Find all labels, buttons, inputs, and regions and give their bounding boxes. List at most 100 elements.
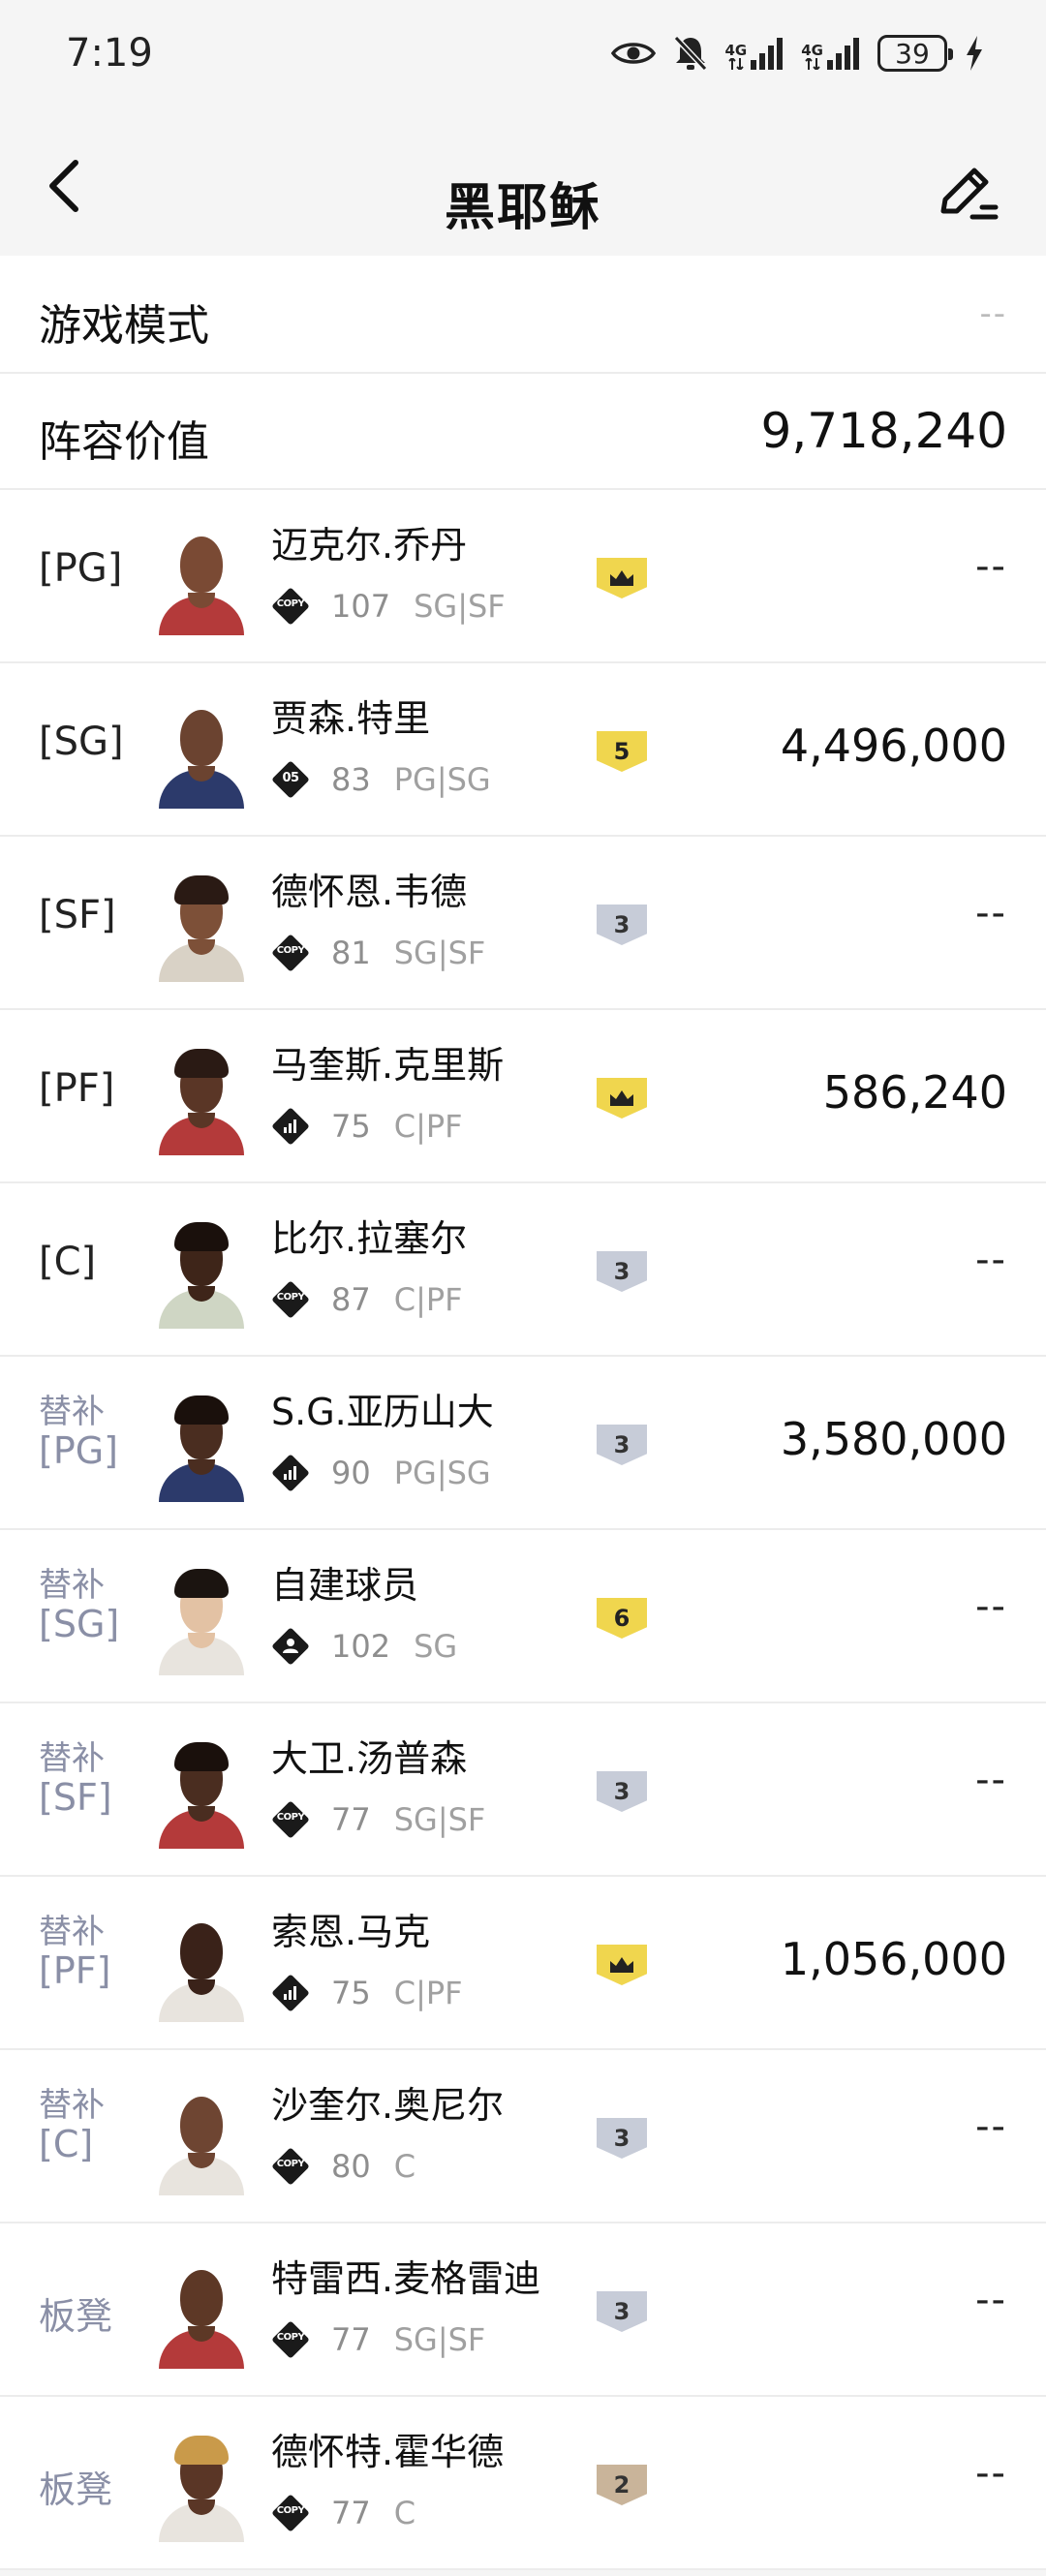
status-bar: 7:19 4G 4G 39 (0, 0, 1046, 108)
badge-level: 3 (613, 2298, 631, 2325)
sub-slot: 替补 [SG] (39, 1569, 119, 1642)
player-positions: PG|SG (393, 761, 491, 798)
player-row[interactable]: [SF] 德怀恩.韦德 COPY 81 SG|SF 3 -- (0, 837, 1046, 1010)
player-positions: C (393, 2495, 416, 2531)
slot-label: [PG] (39, 546, 123, 591)
crown-icon (610, 1090, 633, 1106)
player-name: 特雷西.麦格雷迪 (271, 2257, 541, 2300)
signal-icon (751, 38, 784, 70)
lineup-value-label: 阵容价值 (39, 417, 209, 467)
sub-tag: 替补 (39, 1566, 105, 1605)
avatar-head (180, 1923, 223, 1979)
tier-badge: 6 (597, 1598, 647, 1639)
player-value: 3,580,000 (780, 1413, 1007, 1465)
card-type-icon (271, 1627, 310, 1666)
player-positions: SG|SF (393, 935, 486, 971)
player-avatar[interactable] (153, 1916, 250, 2022)
player-value: 4,496,000 (780, 720, 1007, 772)
player-avatar[interactable] (153, 1395, 250, 1502)
player-avatar[interactable] (153, 702, 250, 809)
player-row[interactable]: 板凳 特雷西.麦格雷迪 COPY 77 SG|SF 3 -- (0, 2223, 1046, 2397)
slot-label: [SF] (39, 893, 116, 937)
game-mode-row[interactable]: 游戏模式 -- (0, 256, 1046, 374)
card-text: COPY (276, 945, 305, 956)
player-row[interactable]: [C] 比尔.拉塞尔 COPY 87 C|PF 3 -- (0, 1183, 1046, 1357)
player-avatar[interactable] (153, 2262, 250, 2369)
player-row[interactable]: [PF] 马奎斯.克里斯 75 C|PF 586,240 (0, 1010, 1046, 1183)
player-row[interactable]: [SG] 贾森.特里 05 83 PG|SG 5 4,496,000 (0, 663, 1046, 837)
player-row[interactable]: 替补 [PF] 索恩.马克 75 C|PF 1,056,000 (0, 1877, 1046, 2050)
signal-icon (827, 38, 859, 70)
card-text: COPY (276, 598, 305, 609)
tier-badge: 3 (597, 1771, 647, 1812)
player-avatar[interactable] (153, 2089, 250, 2195)
slot-label: [PG] (39, 1429, 119, 1472)
badge-level: 3 (613, 1258, 631, 1285)
card-type-icon (271, 1107, 310, 1146)
player-name: 德怀恩.韦德 (271, 871, 468, 913)
player-name: S.G.亚历山大 (271, 1391, 494, 1433)
player-row[interactable]: 替补 [SF] 大卫.汤普森 COPY 77 SG|SF 3 -- (0, 1703, 1046, 1877)
player-ovr: 102 (331, 1628, 391, 1665)
bell-off-icon (673, 35, 707, 72)
sub-tag: 替补 (39, 1913, 105, 1951)
card-type-icon: COPY (271, 2494, 310, 2532)
stats-bars-icon (284, 1119, 296, 1133)
player-avatar[interactable] (153, 2436, 250, 2542)
stats-bars-icon (284, 1986, 296, 2000)
player-avatar[interactable] (153, 1049, 250, 1155)
edit-button[interactable] (936, 161, 1000, 225)
player-meta: COPY 87 C|PF (271, 1278, 463, 1321)
player-meta: 90 PG|SG (271, 1452, 491, 1494)
slot-label: [C] (39, 2123, 94, 2165)
player-avatar[interactable] (153, 1742, 250, 1849)
avatar-head (180, 2270, 223, 2326)
badge-level: 6 (613, 1605, 631, 1632)
player-row[interactable]: 替补 [SG] 自建球员 102 SG 6 -- (0, 1530, 1046, 1703)
player-name: 大卫.汤普森 (271, 1737, 468, 1780)
person-icon (283, 1639, 298, 1653)
player-positions: C|PF (393, 1108, 463, 1145)
player-value: -- (975, 1238, 1007, 1282)
player-avatar[interactable] (153, 1222, 250, 1329)
slot-label: [SF] (39, 1776, 112, 1819)
player-avatar[interactable] (153, 875, 250, 982)
card-text: COPY (276, 1812, 305, 1823)
sub-slot: 替补 [PG] (39, 1395, 118, 1469)
sub-slot: 替补 [SF] (39, 1742, 112, 1816)
player-ovr: 77 (331, 2495, 371, 2531)
player-row[interactable]: 板凳 德怀特.霍华德 COPY 77 C 2 -- (0, 2397, 1046, 2570)
player-meta: COPY 81 SG|SF (271, 932, 485, 974)
player-positions: SG (414, 1628, 458, 1665)
tier-badge: 5 (597, 731, 647, 772)
badge-level: 5 (613, 738, 631, 765)
page-title: 黑耶稣 (444, 179, 601, 237)
slot-label: [C] (39, 1240, 97, 1284)
player-avatar[interactable] (153, 529, 250, 635)
player-avatar[interactable] (153, 1569, 250, 1675)
player-value: -- (975, 2104, 1007, 2149)
player-ovr: 107 (331, 588, 391, 625)
sub-tag: 替补 (39, 1739, 105, 1778)
card-type-icon: COPY (271, 2320, 310, 2359)
player-row[interactable]: 替补 [C] 沙奎尔.奥尼尔 COPY 80 C 3 -- (0, 2050, 1046, 2223)
status-icons: 4G 4G 39 (610, 29, 985, 77)
bench-label: 板凳 (39, 2295, 113, 2338)
player-meta: 75 C|PF (271, 1105, 463, 1148)
sub-tag: 替补 (39, 2086, 105, 2125)
network-1-label: 4G (724, 42, 748, 59)
card-type-icon: COPY (271, 587, 310, 626)
player-row[interactable]: 替补 [PG] S.G.亚历山大 90 PG|SG 3 3,580,000 (0, 1357, 1046, 1530)
card-text: 05 (282, 771, 299, 785)
card-text: COPY (276, 2332, 305, 2343)
arrows-icon (728, 58, 744, 70)
tier-badge: 3 (597, 905, 647, 945)
player-row[interactable]: [PG] 迈克尔.乔丹 COPY 107 SG|SF -- (0, 490, 1046, 663)
crown-icon (610, 570, 633, 586)
avatar-hair (174, 1222, 229, 1251)
card-type-icon: COPY (271, 1280, 310, 1319)
player-ovr: 77 (331, 1801, 371, 1838)
player-value: -- (975, 2278, 1007, 2322)
tier-badge (597, 1078, 647, 1119)
avatar-hair (174, 1395, 229, 1425)
